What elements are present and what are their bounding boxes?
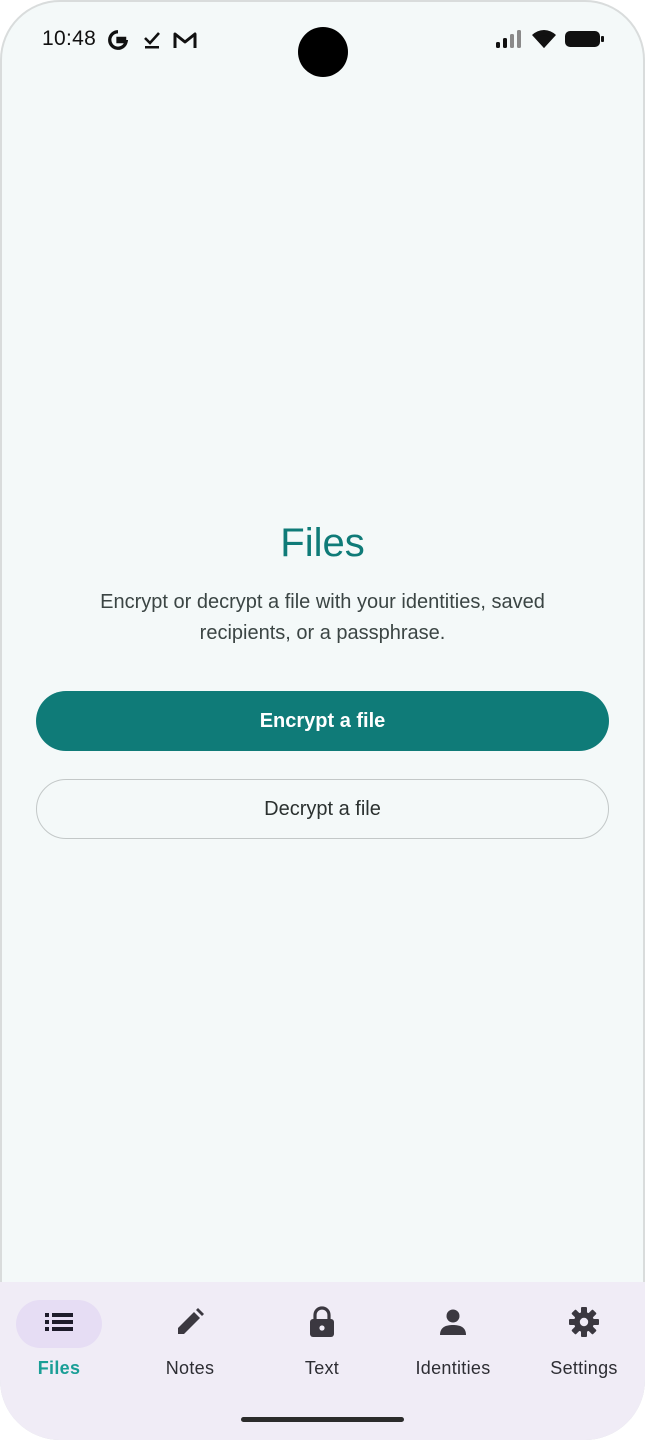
gmail-icon: [172, 28, 198, 52]
nav-icon-container: [147, 1300, 233, 1348]
nav-label-files: Files: [37, 1358, 81, 1378]
status-bar: 10:48: [0, 0, 645, 80]
lock-icon: [309, 1305, 335, 1343]
bottom-navigation: Files Notes Text Identities Settings: [0, 1282, 645, 1440]
nav-item-files[interactable]: Files: [0, 1300, 124, 1390]
page-description: Encrypt or decrypt a file with your iden…: [100, 591, 545, 644]
nav-label-settings: Settings: [550, 1358, 618, 1378]
files-panel: Files Encrypt or decrypt a file with you…: [36, 515, 609, 649]
page-title: Files: [280, 521, 365, 565]
nav-icon-container: [410, 1300, 496, 1348]
phone-screen: 10:48 Files Encrypt or decrypt a file wi…: [0, 0, 645, 1440]
front-camera: [298, 27, 348, 77]
encrypt-file-button[interactable]: Encrypt a file: [36, 691, 609, 751]
nav-item-settings[interactable]: Settings: [519, 1300, 645, 1390]
google-icon: [106, 28, 130, 52]
list-icon: [44, 1311, 74, 1338]
nav-item-notes[interactable]: Notes: [125, 1300, 255, 1390]
nav-icon-container: [279, 1300, 365, 1348]
decrypt-file-button[interactable]: Decrypt a file: [36, 779, 609, 839]
nav-item-identities[interactable]: Identities: [388, 1300, 518, 1390]
battery-icon: [565, 29, 605, 54]
nav-active-indicator: [16, 1300, 102, 1348]
nav-item-text[interactable]: Text: [257, 1300, 387, 1390]
wifi-icon: [531, 28, 557, 55]
status-time: 10:48: [42, 27, 97, 50]
nav-label-notes: Notes: [165, 1358, 215, 1378]
check-icon: [142, 28, 162, 52]
signal-icon: [495, 29, 523, 54]
nav-label-identities: Identities: [415, 1358, 491, 1378]
status-right: [495, 28, 605, 55]
nav-label-text: Text: [304, 1358, 340, 1378]
nav-icon-container: [541, 1300, 627, 1348]
gear-icon: [568, 1306, 600, 1343]
pencil-icon: [175, 1307, 205, 1342]
person-icon: [439, 1308, 467, 1341]
home-indicator[interactable]: [241, 1417, 404, 1422]
